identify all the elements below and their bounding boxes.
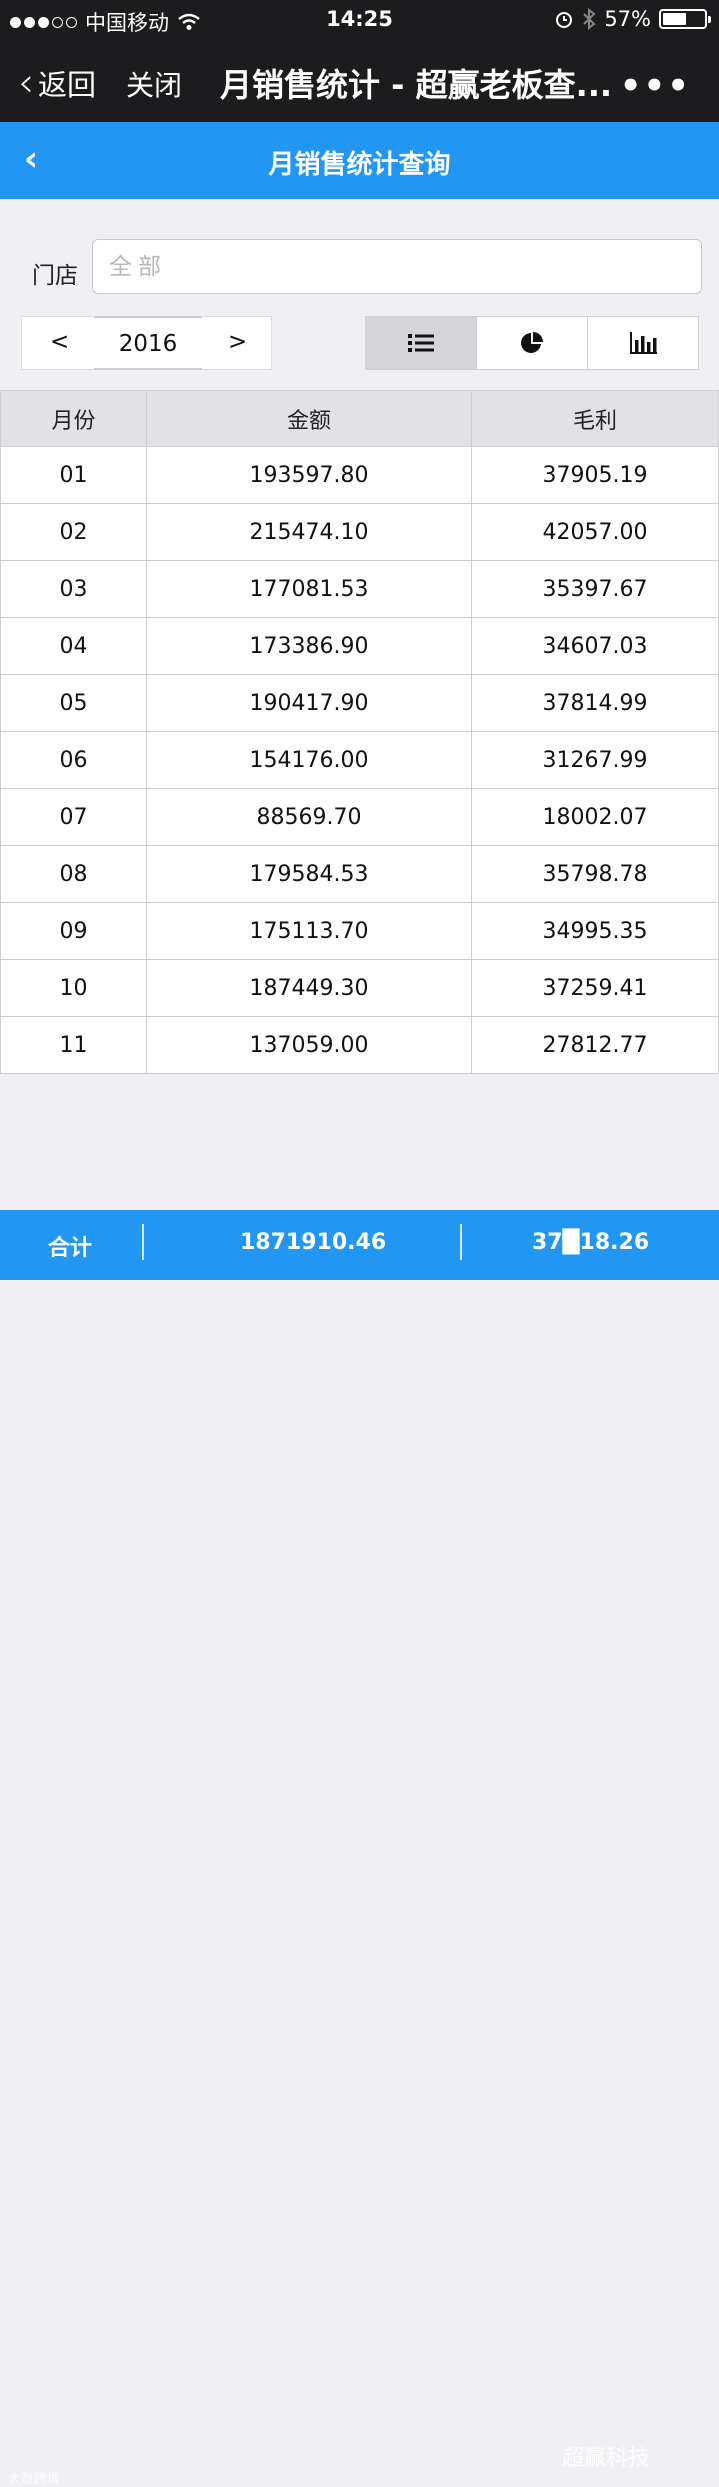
status-bar: 中国移动 14:25 57%: [0, 0, 719, 40]
cell-month: 10: [0, 959, 147, 1017]
signal-strength-icon: [10, 16, 77, 28]
browser-nav-bar: ‹ 返回 关闭 月销售统计 - 超赢老板查... •••: [0, 40, 719, 122]
cell-month: 06: [0, 731, 147, 789]
cell-month: 02: [0, 503, 147, 561]
page-header: ‹ 月销售统计查询: [0, 122, 719, 199]
watermark-text: 超赢科技: [562, 2446, 651, 2471]
table-row: 06 154176.00 31267.99: [0, 731, 719, 789]
cell-month: 08: [0, 845, 147, 903]
list-view-button[interactable]: [365, 316, 477, 370]
pie-view-button[interactable]: [477, 316, 588, 370]
cell-profit: 37905.19: [471, 446, 719, 504]
wifi-icon: [178, 13, 200, 30]
pie-chart-icon: [521, 332, 543, 353]
chevron-left-icon: ‹: [18, 60, 34, 106]
cell-month: 09: [0, 902, 147, 960]
carrier-group: 中国移动: [10, 7, 201, 37]
footer-divider: [142, 1224, 144, 1260]
cell-profit: 34995.35: [471, 902, 719, 960]
cell-profit: 18002.07: [471, 788, 719, 846]
cell-amount: 137059.00: [146, 1016, 472, 1074]
back-label: 返回: [38, 68, 97, 102]
table-row: 08 179584.53 35798.78: [0, 845, 719, 903]
back-button[interactable]: ‹ 返回: [18, 62, 96, 104]
table-row: 07 88569.70 18002.07: [0, 788, 719, 846]
table-row: 05 190417.90 37814.99: [0, 674, 719, 732]
status-right-group: 57%: [554, 7, 711, 31]
year-value: 2016: [94, 316, 202, 370]
cell-profit: 37259.41: [471, 959, 719, 1017]
header-amount: 金额: [146, 390, 472, 447]
cell-profit: 27812.77: [471, 1016, 719, 1074]
cell-amount: 179584.53: [146, 845, 472, 903]
cell-month: 04: [0, 617, 147, 675]
cell-amount: 187449.30: [146, 959, 472, 1017]
table-row: 09 175113.70 34995.35: [0, 902, 719, 960]
cell-amount: 215474.10: [146, 503, 472, 561]
table-row: 03 177081.53 35397.67: [0, 560, 719, 618]
total-label: 合计: [48, 1236, 93, 1261]
page-title: 月销售统计查询: [268, 150, 451, 180]
footer-divider: [460, 1224, 462, 1260]
carrier-name: 中国移动: [85, 11, 169, 35]
cell-amount: 190417.90: [146, 674, 472, 732]
next-year-button[interactable]: >: [228, 329, 247, 355]
cell-profit: 31267.99: [471, 731, 719, 789]
cell-amount: 173386.90: [146, 617, 472, 675]
nav-title: 月销售统计 - 超赢老板查...: [220, 66, 613, 104]
header-month: 月份: [0, 390, 147, 447]
cell-amount: 154176.00: [146, 731, 472, 789]
table-row: 02 215474.10 42057.00: [0, 503, 719, 561]
cell-profit: 35798.78: [471, 845, 719, 903]
cell-profit: 35397.67: [471, 560, 719, 618]
cell-month: 07: [0, 788, 147, 846]
close-button[interactable]: 关闭: [126, 64, 182, 104]
watermark-small-text: 大数跨境: [8, 2472, 61, 2487]
cell-profit: 34607.03: [471, 617, 719, 675]
cell-amount: 193597.80: [146, 446, 472, 504]
sales-table: 月份 金额 毛利 01 193597.80 37905.19 02 215474.10 4…: [0, 390, 719, 1074]
bar-chart-icon: [630, 332, 657, 354]
alarm-icon: [556, 12, 573, 28]
cell-amount: 175113.70: [146, 902, 472, 960]
cell-profit: 37814.99: [471, 674, 719, 732]
store-label: 门店: [32, 263, 78, 289]
battery-icon: [659, 9, 711, 29]
cell-amount: 177081.53: [146, 560, 472, 618]
battery-percent: 57%: [604, 7, 651, 31]
cell-month: 01: [0, 446, 147, 504]
table-row: 10 187449.30 37259.41: [0, 959, 719, 1017]
cell-month: 03: [0, 560, 147, 618]
total-amount: 1871910.46: [240, 1230, 387, 1255]
prev-year-button[interactable]: <: [50, 329, 69, 355]
list-icon: [408, 334, 434, 352]
cell-amount: 88569.70: [146, 788, 472, 846]
cell-month: 05: [0, 674, 147, 732]
view-toggle-group: [365, 316, 699, 370]
bar-view-button[interactable]: [588, 316, 699, 370]
totals-footer: 合计 1871910.46 37█18.26 超赢科技 大数跨境: [0, 1210, 719, 2487]
cell-month: 11: [0, 1016, 147, 1074]
table-header-row: 月份 金额 毛利: [0, 390, 719, 447]
table-row: 11 137059.00 27812.77: [0, 1016, 719, 1074]
store-input[interactable]: [92, 239, 702, 294]
total-profit: 37█18.26: [532, 1230, 650, 1255]
cell-profit: 42057.00: [471, 503, 719, 561]
header-profit: 毛利: [471, 390, 719, 447]
bluetooth-icon: [583, 8, 596, 30]
year-selector: < 2016 >: [21, 316, 272, 370]
table-row: 01 193597.80 37905.19: [0, 446, 719, 504]
table-row: 04 173386.90 34607.03: [0, 617, 719, 675]
more-menu-button[interactable]: •••: [620, 66, 691, 106]
